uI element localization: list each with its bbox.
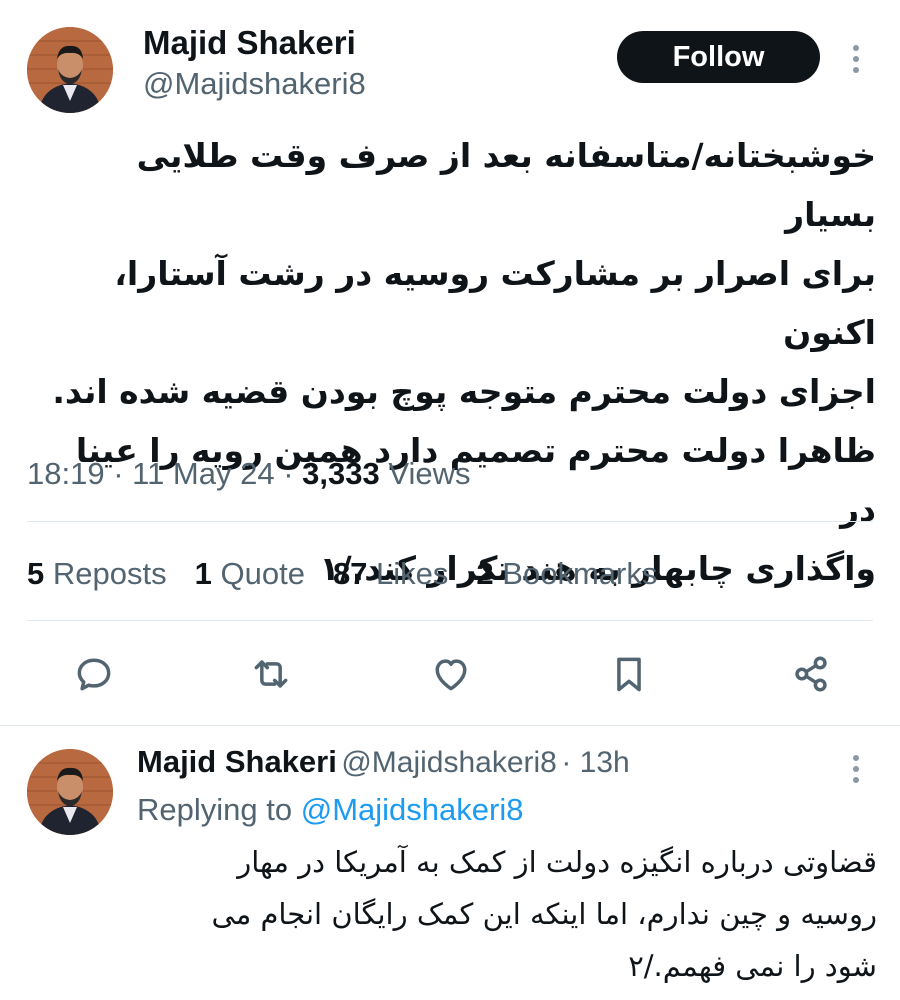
tweet-text: خوشبختانه/متاسفانه بعد از صرف وقت طلایی … xyxy=(40,126,876,598)
replying-to-handle[interactable]: @Majidshakeri8 xyxy=(301,792,524,827)
bookmark-button[interactable] xyxy=(605,650,653,698)
repost-icon xyxy=(254,660,288,688)
reply-icon xyxy=(77,658,111,691)
tweet-text-line: خوشبختانه/متاسفانه بعد از صرف وقت طلایی … xyxy=(136,136,876,234)
divider xyxy=(27,620,873,621)
follow-button[interactable]: Follow xyxy=(617,31,820,83)
tweet-text-line: اجزای دولت محترم متوجه پوچ بودن قضیه شده… xyxy=(52,372,876,411)
views-count: 3,333 xyxy=(302,456,380,491)
views-label: Views xyxy=(388,456,471,491)
reply-text: قضاوتی درباره انگیزه دولت از کمک به آمری… xyxy=(137,836,877,992)
bookmark-icon xyxy=(617,657,641,692)
quotes-stat[interactable]: 1 Quote xyxy=(195,556,305,592)
author-name[interactable]: Majid Shakeri xyxy=(143,24,356,62)
author-handle[interactable]: @Majidshakeri8 xyxy=(143,66,366,102)
reply-text-line: قضاوتی درباره انگیزه دولت از کمک به آمری… xyxy=(237,845,877,879)
tweet-metadata: 18:19 · 11 May 24 · 3,333 Views xyxy=(27,456,471,491)
avatar-image xyxy=(27,749,113,835)
reply-header: Majid Shakeri @Majidshakeri8 · 13h xyxy=(137,744,630,779)
reply-author-avatar[interactable] xyxy=(27,749,113,835)
divider xyxy=(27,521,873,522)
author-avatar[interactable] xyxy=(27,27,113,113)
replying-to: Replying to @Majidshakeri8 xyxy=(137,792,523,828)
replying-to-label: Replying to xyxy=(137,792,293,827)
reply-text-line: شود را نمی فهمم./۲ xyxy=(628,949,877,983)
tweet-time[interactable]: 18:19 xyxy=(27,456,105,491)
reply-button[interactable] xyxy=(70,650,118,698)
reply-author-handle[interactable]: @Majidshakeri8 xyxy=(341,746,557,779)
reply-more-options-icon[interactable] xyxy=(851,755,861,783)
bookmarks-stat[interactable]: 2 Bookmarks xyxy=(476,556,657,592)
tweet-date[interactable]: 11 May 24 xyxy=(132,456,274,491)
likes-stat[interactable]: 87 Likes xyxy=(333,556,448,592)
reply-author-name[interactable]: Majid Shakeri xyxy=(137,744,337,779)
engagement-stats: 5 Reposts 1 Quote 87 Likes 2 Bookmarks xyxy=(27,556,657,592)
share-icon xyxy=(795,656,827,692)
divider xyxy=(0,725,900,726)
like-button[interactable] xyxy=(427,650,475,698)
reposts-stat[interactable]: 5 Reposts xyxy=(27,556,167,592)
share-button[interactable] xyxy=(787,650,835,698)
reply-text-line: روسیه و چین ندارم، اما اینکه این کمک رای… xyxy=(211,897,877,931)
reply-age[interactable]: 13h xyxy=(580,746,630,779)
like-icon xyxy=(435,659,467,691)
more-options-icon[interactable] xyxy=(851,45,861,73)
tweet-text-line: برای اصرار بر مشارکت روسیه در رشت آستارا… xyxy=(114,254,876,352)
repost-button[interactable] xyxy=(247,650,295,698)
avatar-image xyxy=(27,27,113,113)
